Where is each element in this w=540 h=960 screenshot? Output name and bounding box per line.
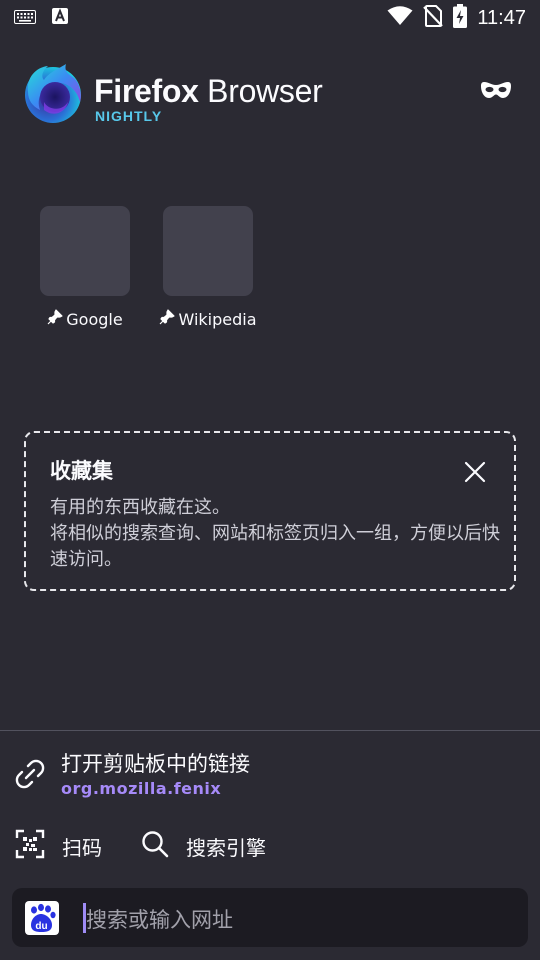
top-sites: Google Wikipedia: [40, 206, 257, 329]
url-bar[interactable]: du 搜索或输入网址: [12, 888, 528, 947]
collections-title: 收藏集: [50, 459, 113, 483]
pin-icon: [47, 309, 63, 329]
brand-name: Firefox Browser: [94, 73, 323, 109]
no-sim-icon: [423, 5, 444, 31]
scan-label: 扫码: [62, 835, 102, 860]
top-site-google[interactable]: Google: [40, 206, 130, 329]
scan-qr-button[interactable]: 扫码: [14, 826, 102, 866]
url-input-placeholder: 搜索或输入网址: [86, 908, 233, 932]
close-icon: [462, 461, 488, 489]
clipboard-link-suggestion[interactable]: 打开剪贴板中的链接 org.mozilla.fenix: [0, 744, 540, 806]
pin-icon: [159, 309, 176, 329]
a-notification-icon: [52, 8, 68, 28]
qr-scan-icon: [14, 828, 46, 864]
brand-subtitle: NIGHTLY: [95, 108, 163, 124]
home-header: Firefox Browser NIGHTLY: [22, 60, 522, 130]
top-site-tile: [40, 206, 130, 296]
collections-placeholder: 收藏集 有用的东西收藏在这。 将相似的搜索查询、网站和标签页归入一组，方便以后快…: [24, 431, 516, 591]
svg-text:du: du: [35, 921, 47, 932]
top-site-label: Google: [47, 309, 123, 329]
baidu-icon[interactable]: du: [25, 901, 59, 935]
top-site-wikipedia[interactable]: Wikipedia: [160, 206, 257, 329]
wifi-icon: [387, 6, 413, 30]
search-engine-button[interactable]: 搜索引擎: [140, 826, 266, 866]
keyboard-icon: [14, 9, 36, 28]
collections-close-button[interactable]: [462, 459, 488, 485]
top-site-tile: [163, 206, 253, 296]
battery-charging-icon: [453, 4, 468, 32]
status-time: 11:47: [477, 6, 526, 29]
clipboard-url: org.mozilla.fenix: [61, 779, 222, 798]
divider: [0, 730, 540, 731]
private-browsing-button[interactable]: [476, 78, 516, 106]
search-engine-label: 搜索引擎: [186, 835, 266, 860]
search-actions: 扫码 搜索引擎: [0, 826, 540, 866]
top-site-label: Wikipedia: [159, 309, 257, 329]
clipboard-title: 打开剪贴板中的链接: [61, 752, 250, 776]
collections-description: 有用的东西收藏在这。 将相似的搜索查询、网站和标签页归入一组，方便以后快速访问。: [50, 497, 500, 570]
search-icon: [140, 829, 170, 863]
private-mask-icon: [481, 81, 511, 103]
link-icon: [14, 758, 46, 790]
firefox-nightly-logo-icon: [22, 62, 84, 124]
status-bar: 11:47: [0, 0, 540, 36]
